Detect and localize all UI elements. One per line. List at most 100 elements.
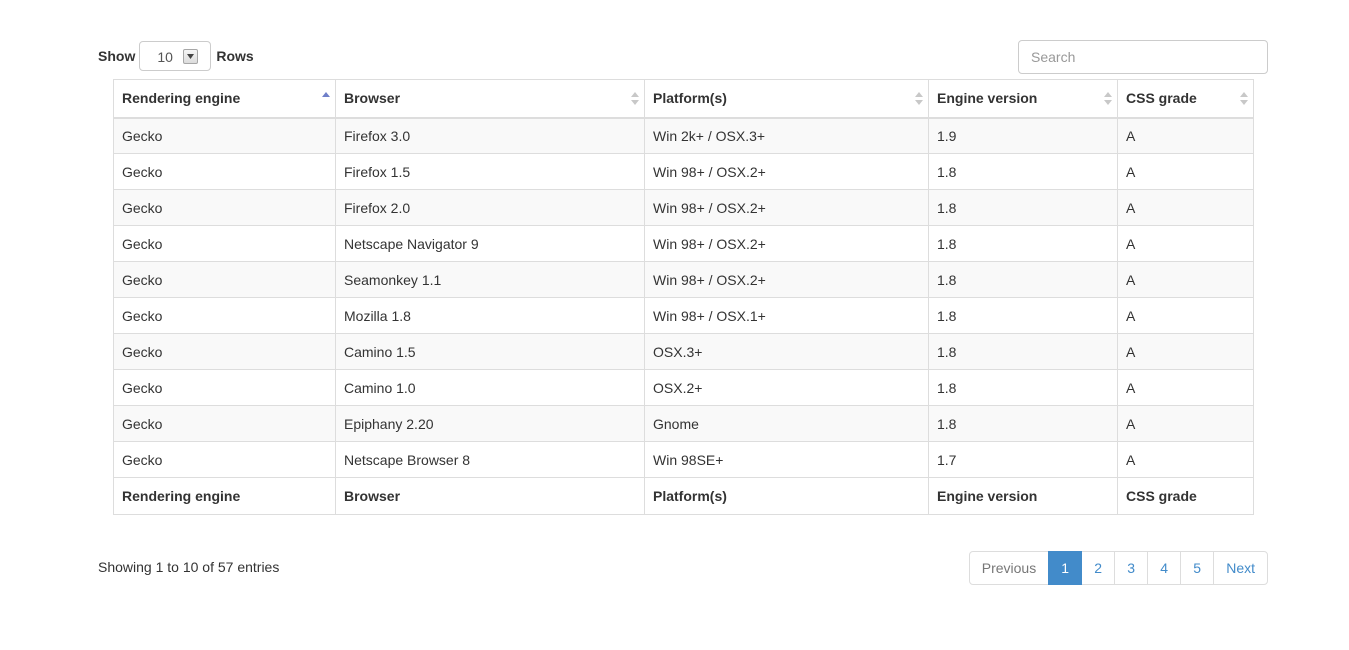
cell-platforms: Win 98SE+ bbox=[644, 441, 929, 478]
column-header-browser[interactable]: Browser bbox=[335, 79, 645, 119]
table-body: Gecko Firefox 3.0 Win 2k+ / OSX.3+ 1.9 A Geck… bbox=[113, 117, 1254, 478]
column-header-rendering-engine[interactable]: Rendering engine bbox=[113, 79, 336, 119]
cell-browser: Firefox 3.0 bbox=[335, 117, 645, 154]
cell-platforms: Win 98+ / OSX.2+ bbox=[644, 225, 929, 262]
column-header-label: Rendering engine bbox=[122, 90, 241, 107]
cell-rendering-engine: Gecko bbox=[113, 297, 336, 334]
cell-platforms: Win 2k+ / OSX.3+ bbox=[644, 117, 929, 154]
page-2-button[interactable]: 2 bbox=[1081, 551, 1116, 585]
search-input[interactable] bbox=[1018, 40, 1268, 74]
datatable-wrapper: Show 10 Rows Rendering engine Browser Plat… bbox=[98, 40, 1268, 585]
data-table: Rendering engine Browser Platform(s) Engine… bbox=[113, 79, 1254, 515]
cell-rendering-engine: Gecko bbox=[113, 369, 336, 406]
cell-rendering-engine: Gecko bbox=[113, 405, 336, 442]
cell-engine-version: 1.8 bbox=[928, 333, 1118, 370]
rows-per-page-control: Show 10 Rows bbox=[98, 40, 254, 72]
cell-rendering-engine: Gecko bbox=[113, 333, 336, 370]
cell-css-grade: A bbox=[1117, 405, 1254, 442]
rows-label: Rows bbox=[216, 48, 254, 64]
table-row: Gecko Epiphany 2.20 Gnome 1.8 A bbox=[113, 405, 1254, 442]
table-row: Gecko Netscape Navigator 9 Win 98+ / OSX.2… bbox=[113, 225, 1254, 262]
rows-per-page-select[interactable]: 10 bbox=[139, 41, 212, 71]
cell-engine-version: 1.8 bbox=[928, 405, 1118, 442]
cell-css-grade: A bbox=[1117, 297, 1254, 334]
cell-browser: Camino 1.0 bbox=[335, 369, 645, 406]
cell-rendering-engine: Gecko bbox=[113, 441, 336, 478]
cell-css-grade: A bbox=[1117, 153, 1254, 190]
cell-css-grade: A bbox=[1117, 189, 1254, 226]
cell-browser: Epiphany 2.20 bbox=[335, 405, 645, 442]
cell-platforms: Win 98+ / OSX.2+ bbox=[644, 261, 929, 298]
cell-browser: Seamonkey 1.1 bbox=[335, 261, 645, 298]
column-footer-css-grade: CSS grade bbox=[1117, 477, 1254, 515]
cell-browser: Firefox 1.5 bbox=[335, 153, 645, 190]
cell-engine-version: 1.9 bbox=[928, 117, 1118, 154]
table-row: Gecko Firefox 2.0 Win 98+ / OSX.2+ 1.8 A bbox=[113, 189, 1254, 226]
table-row: Gecko Firefox 1.5 Win 98+ / OSX.2+ 1.8 A bbox=[113, 153, 1254, 190]
cell-browser: Netscape Browser 8 bbox=[335, 441, 645, 478]
table-row: Gecko Seamonkey 1.1 Win 98+ / OSX.2+ 1.8 A bbox=[113, 261, 1254, 298]
entries-info: Showing 1 to 10 of 57 entries bbox=[98, 559, 280, 575]
table-footer: Rendering engine Browser Platform(s) Engine… bbox=[113, 477, 1254, 515]
column-header-label: Engine version bbox=[937, 90, 1038, 107]
cell-css-grade: A bbox=[1117, 117, 1254, 154]
cell-engine-version: 1.8 bbox=[928, 297, 1118, 334]
table-row: Gecko Camino 1.0 OSX.2+ 1.8 A bbox=[113, 369, 1254, 406]
cell-css-grade: A bbox=[1117, 441, 1254, 478]
cell-browser: Firefox 2.0 bbox=[335, 189, 645, 226]
column-header-label: CSS grade bbox=[1126, 90, 1197, 107]
cell-rendering-engine: Gecko bbox=[113, 153, 336, 190]
cell-browser: Camino 1.5 bbox=[335, 333, 645, 370]
column-footer-engine-version: Engine version bbox=[928, 477, 1118, 515]
table-toolbar: Show 10 Rows bbox=[98, 40, 1268, 80]
cell-rendering-engine: Gecko bbox=[113, 189, 336, 226]
table-row: Gecko Camino 1.5 OSX.3+ 1.8 A bbox=[113, 333, 1254, 370]
page-4-button[interactable]: 4 bbox=[1147, 551, 1182, 585]
page-3-button[interactable]: 3 bbox=[1114, 551, 1149, 585]
cell-browser: Netscape Navigator 9 bbox=[335, 225, 645, 262]
cell-platforms: Win 98+ / OSX.2+ bbox=[644, 153, 929, 190]
table-header: Rendering engine Browser Platform(s) Engine… bbox=[113, 79, 1254, 119]
rows-per-page-value: 10 bbox=[157, 49, 173, 65]
page-1-button[interactable]: 1 bbox=[1048, 551, 1083, 585]
column-header-label: Browser bbox=[344, 90, 401, 107]
column-header-engine-version[interactable]: Engine version bbox=[928, 79, 1118, 119]
cell-platforms: Win 98+ / OSX.1+ bbox=[644, 297, 929, 334]
cell-css-grade: A bbox=[1117, 225, 1254, 262]
previous-page-button[interactable]: Previous bbox=[968, 551, 1050, 585]
table-footer-bar: Showing 1 to 10 of 57 entries Previous 1 2… bbox=[98, 551, 1268, 585]
cell-rendering-engine: Gecko bbox=[113, 117, 336, 154]
column-header-platforms[interactable]: Platform(s) bbox=[644, 79, 929, 119]
cell-css-grade: A bbox=[1117, 261, 1254, 298]
cell-rendering-engine: Gecko bbox=[113, 261, 336, 298]
column-header-label: Platform(s) bbox=[653, 90, 727, 107]
sort-both-icon bbox=[1240, 92, 1248, 105]
cell-engine-version: 1.8 bbox=[928, 369, 1118, 406]
column-footer-platforms: Platform(s) bbox=[644, 477, 929, 515]
cell-platforms: OSX.2+ bbox=[644, 369, 929, 406]
cell-platforms: OSX.3+ bbox=[644, 333, 929, 370]
next-page-button[interactable]: Next bbox=[1213, 551, 1268, 585]
cell-css-grade: A bbox=[1117, 333, 1254, 370]
table-row: Gecko Firefox 3.0 Win 2k+ / OSX.3+ 1.9 A bbox=[113, 117, 1254, 154]
cell-engine-version: 1.8 bbox=[928, 153, 1118, 190]
page-5-button[interactable]: 5 bbox=[1180, 551, 1215, 585]
cell-browser: Mozilla 1.8 bbox=[335, 297, 645, 334]
cell-platforms: Win 98+ / OSX.2+ bbox=[644, 189, 929, 226]
sort-both-icon bbox=[631, 92, 639, 105]
cell-engine-version: 1.7 bbox=[928, 441, 1118, 478]
column-header-css-grade[interactable]: CSS grade bbox=[1117, 79, 1254, 119]
cell-engine-version: 1.8 bbox=[928, 261, 1118, 298]
table-row: Gecko Mozilla 1.8 Win 98+ / OSX.1+ 1.8 A bbox=[113, 297, 1254, 334]
chevron-down-icon[interactable] bbox=[183, 49, 199, 64]
cell-platforms: Gnome bbox=[644, 405, 929, 442]
sort-both-icon bbox=[1104, 92, 1112, 105]
column-footer-rendering-engine: Rendering engine bbox=[113, 477, 336, 515]
show-label: Show bbox=[98, 48, 136, 64]
cell-engine-version: 1.8 bbox=[928, 225, 1118, 262]
pagination: Previous 1 2 3 4 5 Next bbox=[968, 551, 1268, 585]
cell-css-grade: A bbox=[1117, 369, 1254, 406]
sort-both-icon bbox=[915, 92, 923, 105]
cell-rendering-engine: Gecko bbox=[113, 225, 336, 262]
cell-engine-version: 1.8 bbox=[928, 189, 1118, 226]
